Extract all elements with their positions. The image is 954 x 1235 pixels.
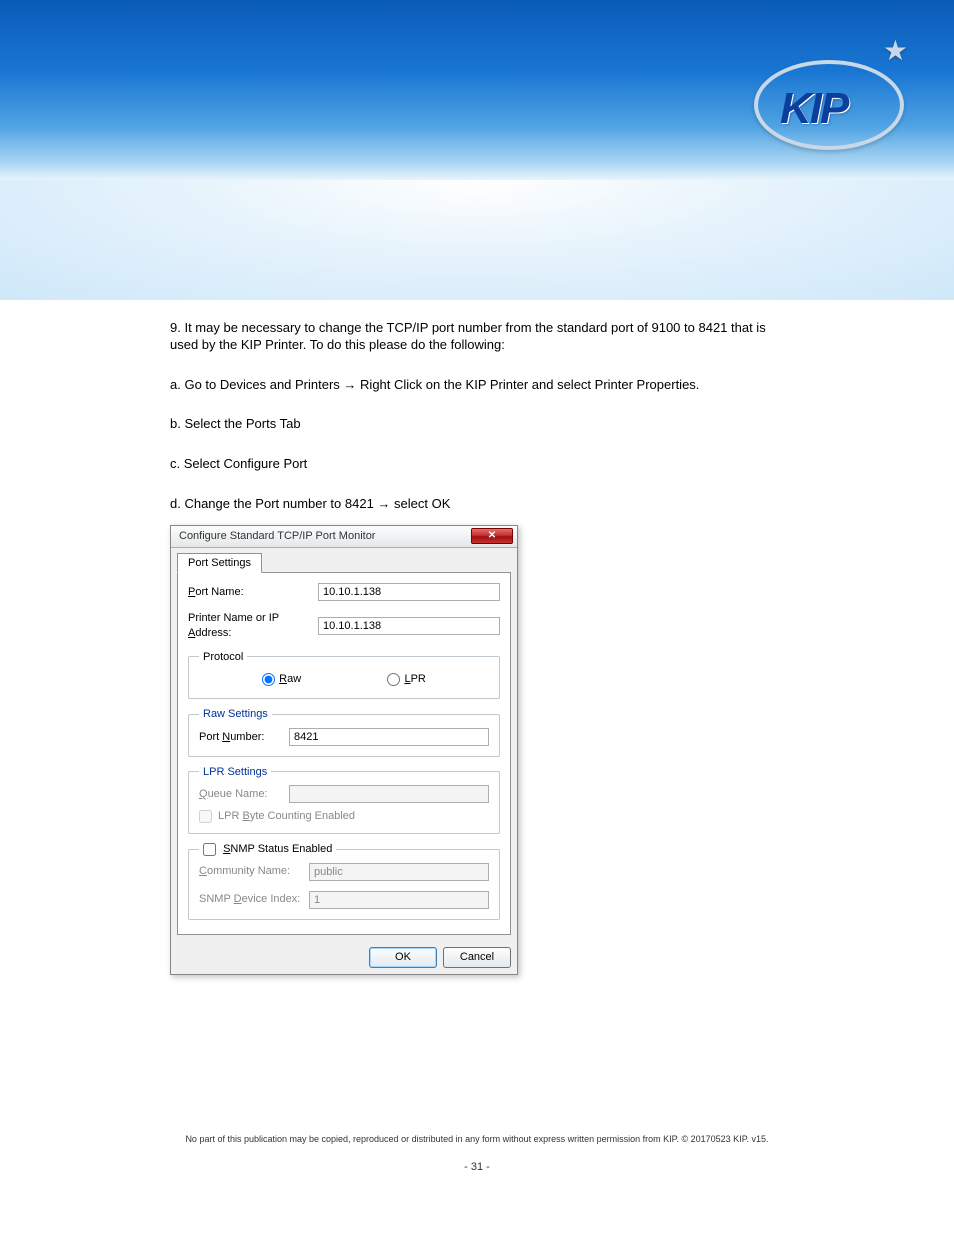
lpr-settings-legend: LPR Settings	[199, 765, 271, 779]
port-number-label: Port Number:	[199, 730, 289, 744]
tab-panel: Port Name: Printer Name or IP Address: P…	[177, 572, 511, 934]
port-name-input[interactable]	[318, 583, 500, 601]
tab-strip: Port Settings	[171, 548, 517, 572]
queue-name-label: Queue Name:	[199, 787, 289, 801]
tcpip-port-dialog: Configure Standard TCP/IP Port Monitor ✕…	[170, 525, 518, 975]
dialog-titlebar: Configure Standard TCP/IP Port Monitor ✕	[171, 526, 517, 548]
snmp-legend: SNMP Status Enabled	[199, 842, 336, 856]
brand-logo: ★ KIP	[754, 40, 914, 160]
dialog-button-row: OK Cancel	[171, 941, 517, 974]
arrow-right-icon: →	[343, 377, 356, 392]
header-glow	[0, 180, 954, 300]
document-body: 9. It may be necessary to change the TCP…	[0, 300, 954, 975]
close-button[interactable]: ✕	[471, 528, 513, 544]
raw-settings-legend: Raw Settings	[199, 707, 272, 721]
logo-text: KIP	[780, 84, 847, 134]
substep-c: c. Select Configure Port	[170, 456, 784, 473]
substep-b: b. Select the Ports Tab	[170, 416, 784, 433]
cancel-button[interactable]: Cancel	[443, 947, 511, 968]
lpr-byte-checkbox	[199, 810, 212, 823]
community-name-input	[309, 863, 489, 881]
snmp-group: SNMP Status Enabled Community Name: SNMP…	[188, 842, 500, 919]
raw-radio-input[interactable]	[262, 673, 275, 686]
substep-a: a. Go to Devices and Printers → Right Cl…	[170, 377, 784, 394]
protocol-lpr-radio[interactable]: LPR	[387, 672, 425, 686]
page-header-banner: ★ KIP	[0, 0, 954, 180]
protocol-group: Protocol Raw LPR	[188, 650, 500, 700]
step-9-text: 9. It may be necessary to change the TCP…	[170, 320, 784, 354]
close-icon: ✕	[488, 530, 496, 541]
arrow-right-icon: →	[377, 496, 390, 511]
snmp-device-index-label: SNMP Device Index:	[199, 892, 309, 906]
footer-copyright: No part of this publication may be copie…	[0, 1133, 954, 1146]
raw-settings-group: Raw Settings Port Number:	[188, 707, 500, 756]
dialog-title: Configure Standard TCP/IP Port Monitor	[179, 529, 471, 543]
lpr-radio-input[interactable]	[387, 673, 400, 686]
queue-name-input	[289, 785, 489, 803]
logo-star-icon: ★	[883, 34, 908, 67]
page-footer: No part of this publication may be copie…	[0, 1133, 954, 1175]
substep-d: d. Change the Port number to 8421 → sele…	[170, 496, 784, 513]
lpr-byte-label: LPR Byte Counting Enabled	[218, 809, 355, 823]
port-number-input[interactable]	[289, 728, 489, 746]
community-name-label: Community Name:	[199, 864, 309, 878]
tab-port-settings[interactable]: Port Settings	[177, 553, 262, 573]
ip-address-input[interactable]	[318, 617, 500, 635]
ip-address-label: Printer Name or IP Address:	[188, 611, 318, 640]
page-number: - 31 -	[0, 1160, 954, 1175]
protocol-raw-radio[interactable]: Raw	[262, 672, 301, 686]
protocol-legend: Protocol	[199, 650, 247, 664]
snmp-enabled-checkbox[interactable]	[203, 843, 216, 856]
snmp-device-index-input	[309, 891, 489, 909]
ok-button[interactable]: OK	[369, 947, 437, 968]
port-name-label: Port Name:	[188, 585, 318, 599]
lpr-settings-group: LPR Settings Queue Name: LPR Byte Counti…	[188, 765, 500, 835]
